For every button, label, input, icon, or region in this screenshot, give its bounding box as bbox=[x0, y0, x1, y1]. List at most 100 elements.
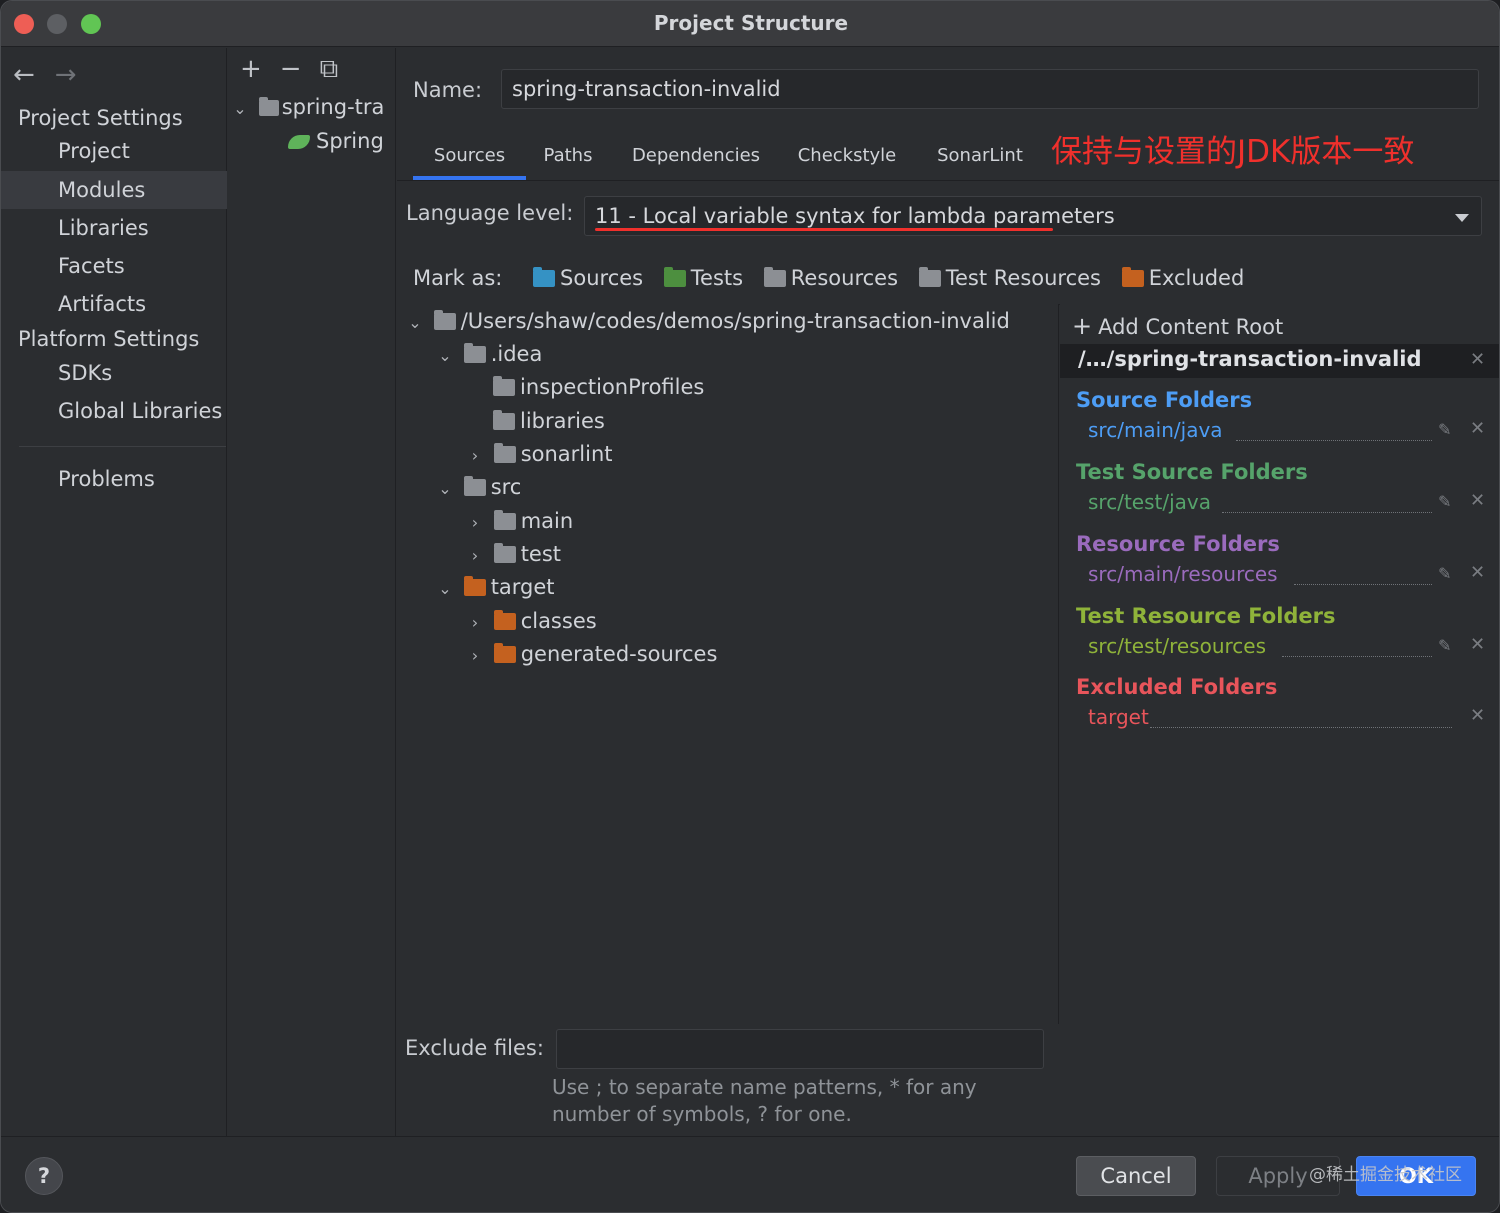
forward-arrow-icon[interactable]: → bbox=[55, 60, 77, 90]
sidebar-divider bbox=[19, 446, 226, 447]
chevron-down-icon[interactable] bbox=[1455, 214, 1469, 222]
tab-divider bbox=[397, 180, 1499, 181]
dotted-leader bbox=[1222, 512, 1432, 513]
cancel-button[interactable]: Cancel bbox=[1076, 1156, 1196, 1196]
folder-icon bbox=[493, 410, 515, 430]
close-icon[interactable]: ✕ bbox=[1470, 634, 1485, 655]
tree-row[interactable]: ⌄ /Users/shaw/codes/demos/spring-transac… bbox=[403, 305, 1010, 338]
chevron-right-icon[interactable]: › bbox=[463, 506, 487, 539]
module-list-pane: + − ⧉ ⌄ spring-tra Spring bbox=[228, 48, 396, 1136]
folder-icon bbox=[463, 343, 486, 363]
close-icon[interactable]: ✕ bbox=[1470, 418, 1485, 439]
test-resource-folders-title: Test Resource Folders bbox=[1076, 604, 1336, 628]
mark-as-label: Mark as: bbox=[413, 266, 503, 290]
mark-sources-button[interactable]: Sources bbox=[533, 266, 643, 290]
chevron-down-icon[interactable]: ⌄ bbox=[433, 572, 457, 605]
edit-icon[interactable]: ✎ bbox=[1438, 492, 1451, 511]
source-folders-title: Source Folders bbox=[1076, 388, 1253, 412]
excluded-folders-title: Excluded Folders bbox=[1076, 675, 1278, 699]
folder-icon bbox=[493, 510, 516, 530]
spring-leaf-icon bbox=[288, 135, 310, 149]
tree-row[interactable]: ⌄ target bbox=[433, 571, 554, 605]
sidebar-item-project[interactable]: Project bbox=[1, 132, 227, 170]
tree-row[interactable]: inspectionProfiles bbox=[493, 371, 704, 404]
chevron-down-icon[interactable]: ⌄ bbox=[433, 472, 457, 505]
mark-resources-button[interactable]: Resources bbox=[763, 266, 898, 290]
exclude-files-input[interactable] bbox=[556, 1029, 1044, 1069]
chevron-down-icon[interactable]: ⌄ bbox=[433, 339, 457, 372]
mark-test-resources-button[interactable]: Test Resources bbox=[918, 266, 1101, 290]
module-toolbar: + − ⧉ bbox=[240, 54, 356, 85]
project-structure-dialog: Project Structure ← → Project Settings Pr… bbox=[0, 0, 1500, 1213]
folder-icon bbox=[493, 443, 516, 463]
tree-row[interactable]: › sonarlint bbox=[463, 438, 613, 471]
sidebar-item-problems[interactable]: Problems bbox=[1, 460, 227, 498]
chevron-right-icon[interactable]: › bbox=[463, 439, 487, 472]
plus-icon: + bbox=[1072, 312, 1093, 340]
settings-sidebar: ← → Project Settings Project Modules Libr… bbox=[1, 48, 227, 1136]
mark-tests-button[interactable]: Tests bbox=[663, 266, 743, 290]
sidebar-item-sdks[interactable]: SDKs bbox=[1, 354, 227, 392]
exclude-files-hint: Use ; to separate name patterns, * for a… bbox=[552, 1075, 977, 1126]
sidebar-item-artifacts[interactable]: Artifacts bbox=[1, 285, 227, 323]
source-folder-path: src/main/java bbox=[1088, 418, 1223, 442]
test-resources-folder-icon bbox=[918, 267, 941, 287]
edit-icon[interactable]: ✎ bbox=[1438, 636, 1451, 655]
tree-row[interactable]: › test bbox=[463, 538, 561, 571]
sidebar-item-facets[interactable]: Facets bbox=[1, 247, 227, 285]
add-icon[interactable]: + bbox=[240, 54, 262, 84]
tab-dependencies[interactable]: Dependencies bbox=[631, 136, 761, 180]
close-icon[interactable]: ✕ bbox=[1470, 490, 1485, 511]
chevron-down-icon[interactable]: ⌄ bbox=[228, 92, 252, 126]
close-icon[interactable]: ✕ bbox=[1470, 705, 1485, 726]
remove-icon[interactable]: − bbox=[280, 54, 302, 84]
tree-row[interactable]: › classes bbox=[463, 605, 597, 638]
chevron-down-icon[interactable]: ⌄ bbox=[403, 306, 427, 339]
platform-settings-header: Platform Settings bbox=[18, 327, 200, 351]
dotted-leader bbox=[1282, 656, 1432, 657]
sources-folder-icon bbox=[533, 267, 556, 287]
tab-sonarlint[interactable]: SonarLint bbox=[935, 136, 1025, 180]
content-root-header[interactable]: /…/spring-transaction-invalid ✕ bbox=[1060, 344, 1499, 378]
chevron-right-icon[interactable]: › bbox=[463, 539, 487, 572]
sidebar-item-libraries[interactable]: Libraries bbox=[1, 209, 227, 247]
mark-excluded-button[interactable]: Excluded bbox=[1121, 266, 1244, 290]
tab-paths[interactable]: Paths bbox=[538, 136, 598, 180]
excluded-folder-icon bbox=[493, 643, 516, 663]
annotation-underline bbox=[595, 228, 1053, 231]
tree-row[interactable]: › main bbox=[463, 505, 573, 538]
test-source-folders-title: Test Source Folders bbox=[1076, 460, 1308, 484]
tab-checkstyle[interactable]: Checkstyle bbox=[797, 136, 897, 180]
language-level-label: Language level: bbox=[406, 201, 574, 225]
help-button[interactable]: ? bbox=[25, 1157, 63, 1195]
spring-facet-row[interactable]: Spring bbox=[288, 124, 384, 158]
tab-sources[interactable]: Sources bbox=[413, 136, 526, 180]
add-content-root-button[interactable]: + Add Content Root bbox=[1072, 312, 1283, 340]
excluded-folder-icon bbox=[493, 610, 516, 630]
module-folder-icon bbox=[258, 97, 279, 116]
back-arrow-icon[interactable]: ← bbox=[13, 60, 35, 90]
dotted-leader bbox=[1294, 584, 1432, 585]
copy-icon[interactable]: ⧉ bbox=[320, 54, 339, 84]
tree-row[interactable]: ⌄ .idea bbox=[433, 338, 542, 371]
excluded-folder-icon bbox=[1121, 267, 1144, 287]
module-row[interactable]: ⌄ spring-tra bbox=[228, 90, 384, 124]
tree-row[interactable]: ⌄ src bbox=[433, 471, 521, 504]
module-settings-pane: Name: spring-transaction-invalid Sources… bbox=[397, 48, 1499, 1136]
chevron-right-icon[interactable]: › bbox=[463, 639, 487, 672]
window-title: Project Structure bbox=[653, 11, 849, 35]
sidebar-item-modules[interactable]: Modules bbox=[1, 171, 227, 209]
close-icon[interactable]: ✕ bbox=[1470, 349, 1485, 370]
chevron-right-icon[interactable]: › bbox=[463, 606, 487, 639]
edit-icon[interactable]: ✎ bbox=[1438, 420, 1451, 439]
sidebar-item-global-libraries[interactable]: Global Libraries bbox=[1, 392, 227, 430]
test-source-folder-path: src/test/java bbox=[1088, 490, 1211, 514]
folder-icon bbox=[433, 310, 456, 330]
close-icon[interactable]: ✕ bbox=[1470, 562, 1485, 583]
tree-row[interactable]: libraries bbox=[493, 405, 605, 438]
edit-icon[interactable]: ✎ bbox=[1438, 564, 1451, 583]
tree-row[interactable]: › generated-sources bbox=[463, 638, 718, 672]
folder-icon bbox=[463, 476, 486, 496]
dotted-leader bbox=[1236, 440, 1432, 441]
module-name-input[interactable]: spring-transaction-invalid bbox=[501, 69, 1479, 109]
